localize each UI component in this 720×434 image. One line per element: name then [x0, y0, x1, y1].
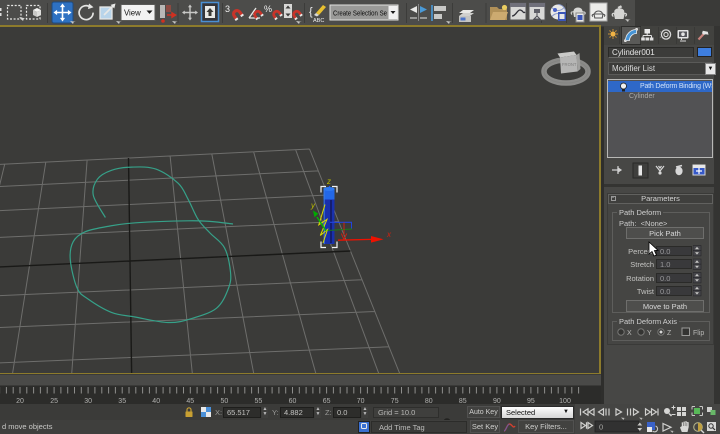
svg-text:ABC: ABC [313, 18, 324, 24]
svg-text:x: x [386, 230, 392, 239]
svg-text:FRONT: FRONT [562, 62, 577, 67]
svg-text:{: { [309, 6, 313, 18]
svg-text:3: 3 [225, 4, 230, 14]
svg-text:0: 0 [599, 423, 603, 432]
svg-text:Y: Y [647, 330, 652, 337]
svg-text:Z: Z [667, 330, 672, 337]
svg-text:Create Selection Se: Create Selection Se [333, 9, 387, 18]
svg-text:View: View [124, 9, 141, 18]
svg-text:z: z [326, 177, 331, 186]
svg-text:%: % [264, 4, 272, 14]
svg-text:X: X [627, 330, 632, 337]
svg-text:Flip: Flip [693, 330, 704, 337]
